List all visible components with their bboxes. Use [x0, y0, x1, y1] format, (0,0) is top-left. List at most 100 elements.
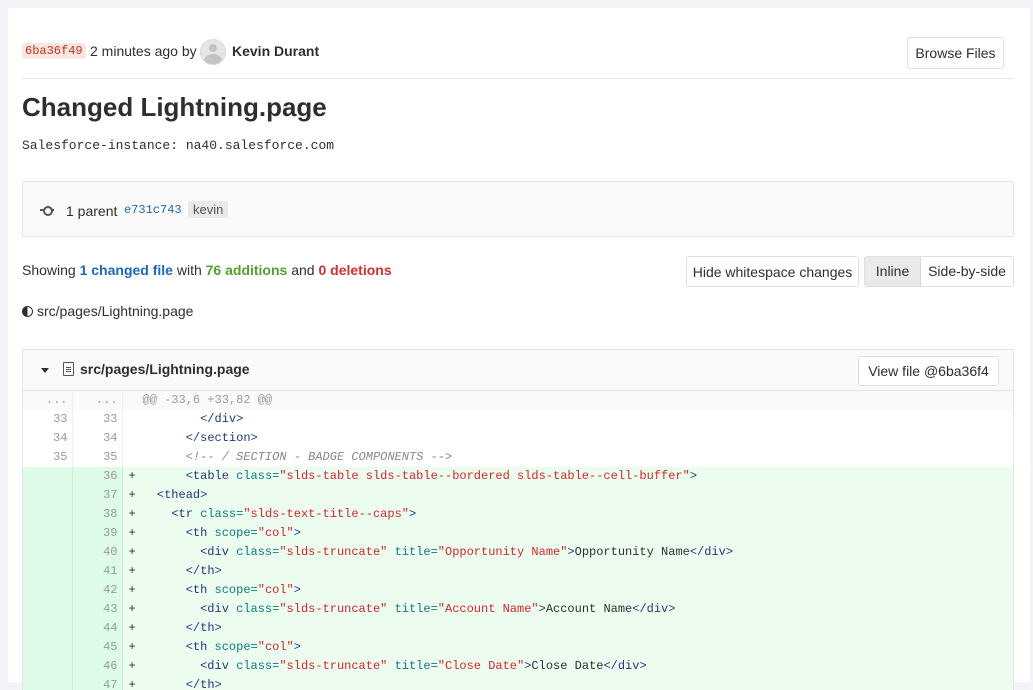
commit-page: 6ba36f49 2 minutes ago by Kevin Durant B… — [8, 8, 1030, 690]
new-line-number: 43 — [72, 600, 123, 619]
parent-sha-link[interactable]: e731c743 — [124, 203, 182, 217]
added-line-row: 37 + <thead> — [23, 486, 1013, 505]
diff-summary: Showing 1 changed file with 76 additions… — [22, 262, 392, 278]
code-token: </th> — [185, 621, 222, 635]
added-line-row: 39 + <th scope="col"> — [23, 524, 1013, 543]
context-line-row: 34 34 </section> — [23, 429, 1013, 448]
context-line-row: 33 33 </div> — [23, 410, 1013, 429]
file-icon — [63, 362, 74, 376]
new-line-number: 40 — [72, 543, 123, 562]
old-line-number — [23, 619, 73, 638]
code-token: </div> — [603, 659, 647, 673]
collapse-caret-icon[interactable] — [41, 368, 49, 373]
inline-view-button[interactable]: Inline — [865, 257, 921, 286]
old-line-number — [23, 676, 73, 690]
new-line-number: 33 — [72, 410, 123, 429]
line-sign: + — [122, 676, 143, 690]
hunk-row: ... ... @@ -33,6 +33,82 @@ — [23, 391, 1013, 410]
view-file-button[interactable]: View file @6ba36f4 — [858, 356, 999, 386]
code-token: scope= — [214, 583, 258, 597]
new-line-number: 41 — [72, 562, 123, 581]
commit-info-box: 1 parent e731c743 kevin — [22, 181, 1014, 237]
code-line: <tr class="slds-text-title--caps"> — [142, 505, 1013, 524]
new-line-number: 37 — [72, 486, 123, 505]
line-sign: + — [122, 600, 143, 619]
code-token: > — [293, 640, 301, 654]
hide-whitespace-button[interactable]: Hide whitespace changes — [686, 256, 859, 287]
added-line-row: 46 + <div class="slds-truncate" title="Cl… — [23, 657, 1013, 676]
code-line: </th> — [142, 676, 1013, 690]
code-token: "slds-table slds-table--bordered slds-ta… — [279, 469, 690, 483]
new-line-number: 45 — [72, 638, 123, 657]
code-token: </div> — [689, 545, 734, 559]
code-token: <th — [185, 640, 215, 654]
diff-file-header: src/pages/Lightning.page View file @6ba3… — [23, 350, 1013, 391]
code-token: <th — [185, 583, 215, 597]
added-line-row: 45 + <th scope="col"> — [23, 638, 1013, 657]
author-name[interactable]: Kevin Durant — [232, 43, 319, 59]
code-line: <th scope="col"> — [142, 638, 1013, 657]
old-line-number — [23, 467, 73, 486]
old-line-number: 35 — [23, 448, 73, 467]
code-token: "col" — [257, 526, 294, 540]
code-token: <!-- / SECTION - BADGE COMPONENTS --> — [185, 450, 453, 464]
browse-files-button[interactable]: Browse Files — [907, 37, 1004, 69]
old-line-number — [23, 486, 73, 505]
hunk-header: @@ -33,6 +33,82 @@ — [142, 391, 1013, 410]
code-token: "col" — [257, 640, 294, 654]
old-line-number — [23, 657, 73, 676]
old-line-number: 34 — [23, 429, 73, 448]
code-token: title= — [394, 659, 438, 673]
line-sign: + — [122, 581, 143, 600]
code-line: <div class="slds-truncate" title="Accoun… — [142, 600, 1013, 619]
code-token: class= — [200, 507, 244, 521]
old-line-number — [23, 505, 73, 524]
code-token: > — [408, 507, 417, 521]
file-tree-item[interactable]: src/pages/Lightning.page — [22, 303, 193, 319]
additions-count: 76 additions — [205, 262, 288, 278]
commit-time: 2 minutes ago by — [90, 43, 197, 59]
code-token: <table — [185, 469, 237, 483]
line-sign: + — [122, 467, 143, 486]
added-line-row: 43 + <div class="slds-truncate" title="Ac… — [23, 600, 1013, 619]
code-token: > — [567, 545, 575, 559]
code-token: Account Name — [545, 602, 633, 616]
code-token: Opportunity Name — [574, 545, 690, 559]
branch-badge[interactable]: kevin — [188, 201, 229, 218]
commit-sha[interactable]: 6ba36f49 — [22, 43, 86, 59]
code-token: </div> — [632, 602, 676, 616]
new-line-number: 36 — [72, 467, 123, 486]
code-token: "slds-truncate" — [279, 659, 388, 673]
code-token: <tr — [171, 507, 201, 521]
code-token: <div — [200, 545, 237, 559]
added-line-row: 47 + </th> — [23, 676, 1013, 690]
code-token: </section> — [185, 431, 258, 445]
changed-files-link[interactable]: 1 changed file — [80, 262, 173, 278]
code-token: </th> — [185, 564, 222, 578]
code-token: </th> — [185, 678, 222, 690]
summary-and: and — [287, 262, 319, 278]
added-line-row: 42 + <th scope="col"> — [23, 581, 1013, 600]
added-line-row: 36 + <table class="slds-table slds-table-… — [23, 467, 1013, 486]
new-line-number: 47 — [72, 676, 123, 690]
line-sign — [122, 448, 143, 467]
code-token: scope= — [214, 640, 258, 654]
line-sign — [122, 391, 143, 410]
line-sign: + — [122, 657, 143, 676]
old-line-number — [23, 524, 73, 543]
added-line-row: 41 + </th> — [23, 562, 1013, 581]
new-line-number: 42 — [72, 581, 123, 600]
avatar[interactable] — [200, 39, 226, 65]
new-line-number: 39 — [72, 524, 123, 543]
diff-file-name[interactable]: src/pages/Lightning.page — [80, 361, 250, 377]
code-line: <thead> — [142, 486, 1013, 505]
side-by-side-button[interactable]: Side-by-side — [921, 257, 1013, 286]
